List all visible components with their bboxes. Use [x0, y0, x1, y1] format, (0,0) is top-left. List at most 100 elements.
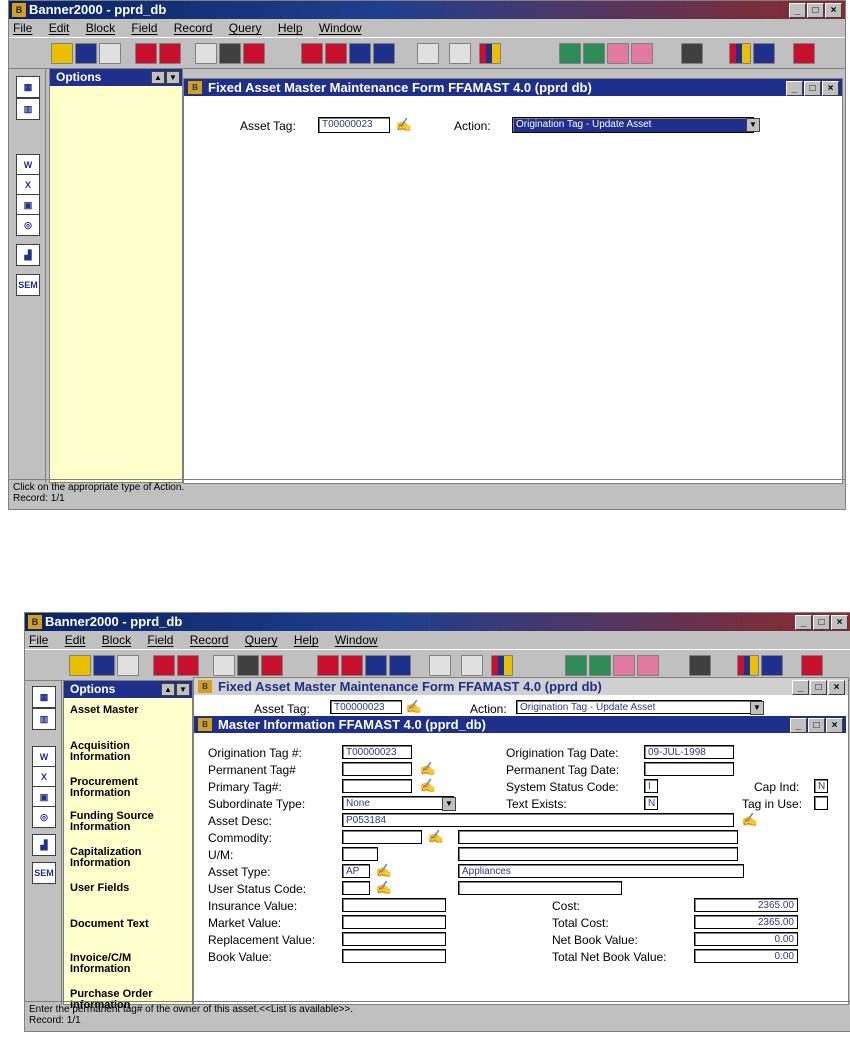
enter-query-icon[interactable]	[559, 43, 581, 64]
permanent-date-field[interactable]	[644, 762, 734, 776]
print-icon[interactable]	[461, 655, 483, 676]
commodity-desc-field[interactable]	[458, 830, 738, 844]
next-block-icon[interactable]	[177, 655, 199, 676]
option-funding-source-information[interactable]: Funding Source Information	[70, 811, 166, 833]
subordinate-type-select[interactable]: None	[342, 796, 454, 810]
option-invoice-information[interactable]: Invoice/C/M Information	[70, 953, 166, 975]
menu-block[interactable]: Block	[86, 21, 115, 35]
form-close-button[interactable]: ×	[822, 81, 839, 96]
replacement-value-field[interactable]	[342, 932, 446, 946]
edit-icon[interactable]	[429, 655, 451, 676]
previous-block-icon[interactable]	[153, 655, 175, 676]
print-icon[interactable]	[449, 43, 471, 64]
cancel-query-icon[interactable]	[631, 43, 653, 64]
action-select[interactable]: Origination Tag - Update Asset	[516, 700, 762, 714]
save-icon[interactable]	[69, 655, 91, 676]
primary-tag-field[interactable]	[342, 779, 412, 793]
next-record-icon[interactable]	[341, 655, 363, 676]
asset-tag-input[interactable]: T00000023	[318, 117, 390, 133]
form-close-button[interactable]: ×	[828, 680, 845, 695]
rollback-icon[interactable]	[93, 655, 115, 676]
delete-record-icon[interactable]	[261, 655, 283, 676]
chart-icon[interactable]: ▟	[32, 834, 56, 856]
calculator-icon[interactable]: ▦	[32, 686, 56, 708]
scroll-up-icon[interactable]: ▲	[161, 683, 175, 696]
option-procurement-information[interactable]: Procurement Information	[70, 777, 166, 799]
menu-file[interactable]: File	[13, 21, 32, 35]
close-button[interactable]: ×	[825, 3, 842, 18]
books-icon[interactable]	[729, 43, 751, 64]
menu-record[interactable]: Record	[190, 633, 229, 647]
tag-in-use-field[interactable]	[814, 796, 828, 810]
scroll-up-icon[interactable]: ▲	[151, 71, 165, 84]
execute-query-icon[interactable]	[583, 43, 605, 64]
option-capitalization-information[interactable]: Capitalization Information	[70, 847, 166, 869]
asset-tag-input[interactable]: T00000023	[330, 700, 402, 714]
search-icon[interactable]: ✍	[374, 880, 394, 896]
globe-icon[interactable]: ◎	[32, 806, 56, 828]
remove-record-icon[interactable]	[237, 655, 259, 676]
form-maximize-button[interactable]: □	[810, 680, 827, 695]
exit-form-icon[interactable]	[99, 43, 121, 64]
cap-ind-field[interactable]: N	[814, 779, 828, 793]
menu-help[interactable]: Help	[278, 21, 303, 35]
duplicate-icon[interactable]	[349, 43, 371, 64]
menu-help[interactable]: Help	[294, 633, 319, 647]
count-query-icon[interactable]	[613, 655, 635, 676]
help-icon[interactable]	[753, 43, 775, 64]
book-value-field[interactable]	[342, 949, 446, 963]
next-record-icon[interactable]	[325, 43, 347, 64]
insurance-value-field[interactable]	[342, 898, 446, 912]
form-minimize-button[interactable]: _	[786, 81, 803, 96]
form-minimize-button[interactable]: _	[792, 680, 809, 695]
edit-icon[interactable]	[417, 43, 439, 64]
origination-date-field[interactable]: 09-JUL-1998	[644, 745, 734, 759]
action-select[interactable]: Origination Tag - Update Asset	[512, 117, 754, 133]
chevron-down-icon[interactable]: ▼	[746, 118, 760, 132]
scroll-down-icon[interactable]: ▼	[176, 683, 190, 696]
search-icon[interactable]: ✍	[394, 117, 414, 133]
menu-query[interactable]: Query	[245, 633, 278, 647]
previous-block-icon[interactable]	[135, 43, 157, 64]
sub-minimize-button[interactable]: _	[790, 718, 807, 733]
sub-close-button[interactable]: ×	[826, 718, 843, 733]
menu-file[interactable]: File	[29, 633, 48, 647]
form-maximize-button[interactable]: □	[804, 81, 821, 96]
minimize-button[interactable]: _	[789, 3, 806, 18]
permanent-tag-field[interactable]	[342, 762, 412, 776]
cost-field[interactable]: 2365.00	[694, 898, 798, 912]
exit-icon[interactable]	[793, 43, 815, 64]
lov-icon[interactable]	[389, 655, 411, 676]
calendar-icon[interactable]: ▥	[32, 708, 56, 730]
rollback-icon[interactable]	[75, 43, 97, 64]
menu-field[interactable]: Field	[147, 633, 173, 647]
calculator-icon[interactable]: ▦	[16, 76, 40, 98]
sem-icon[interactable]: SEM	[16, 274, 40, 296]
search-icon[interactable]: ✍	[426, 829, 446, 845]
total-cost-field[interactable]: 2365.00	[694, 915, 798, 929]
asset-type-desc-field[interactable]: Appliances	[458, 864, 744, 878]
excel-icon[interactable]: X	[16, 174, 40, 196]
menu-window[interactable]: Window	[335, 633, 378, 647]
exit-form-icon[interactable]	[117, 655, 139, 676]
search-icon[interactable]: ✍	[418, 761, 438, 777]
um-desc-field[interactable]	[458, 847, 738, 861]
asset-desc-field[interactable]: P053184	[342, 813, 734, 827]
option-acquisition-information[interactable]: Acquisition Information	[70, 741, 166, 763]
word-icon[interactable]: W	[16, 154, 40, 176]
menu-field[interactable]: Field	[131, 21, 157, 35]
next-block-icon[interactable]	[159, 43, 181, 64]
origination-tag-field[interactable]: T00000023	[342, 745, 412, 759]
chart-icon[interactable]	[479, 43, 501, 64]
total-net-book-value-field[interactable]: 0.00	[694, 949, 798, 963]
user-status-desc-field[interactable]	[458, 881, 622, 895]
duplicate-icon[interactable]	[365, 655, 387, 676]
menu-block[interactable]: Block	[102, 633, 131, 647]
option-user-fields[interactable]: User Fields	[70, 883, 129, 894]
um-field[interactable]	[342, 847, 378, 861]
calculator-icon[interactable]	[681, 43, 703, 64]
menu-edit[interactable]: Edit	[65, 633, 86, 647]
previous-record-icon[interactable]	[317, 655, 339, 676]
enter-query-icon[interactable]	[565, 655, 587, 676]
help-icon[interactable]	[761, 655, 783, 676]
